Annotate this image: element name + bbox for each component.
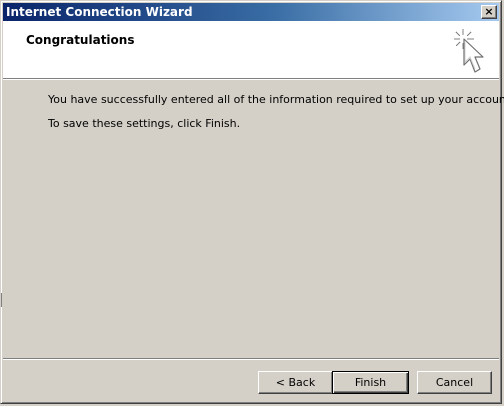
wizard-header-panel: Congratulations — [3, 21, 499, 79]
button-area-separator — [3, 358, 499, 359]
wizard-message: You have successfully entered all of the… — [48, 93, 504, 131]
left-edge-mark — [1, 293, 2, 307]
window-title: Internet Connection Wizard — [6, 5, 193, 19]
close-icon: × — [484, 5, 494, 18]
cancel-button[interactable]: Cancel — [417, 371, 492, 394]
success-message: You have successfully entered all of the… — [48, 93, 504, 106]
title-bar[interactable]: Internet Connection Wizard × — [3, 3, 499, 21]
internet-connection-wizard-window: Internet Connection Wizard × Congratulat… — [0, 0, 504, 404]
wizard-sparkle-cursor-icon — [454, 29, 484, 73]
finish-button[interactable]: Finish — [332, 371, 409, 394]
back-button[interactable]: < Back — [258, 371, 333, 394]
finish-instruction: To save these settings, click Finish. — [48, 117, 241, 130]
header-divider-highlight — [3, 79, 499, 80]
close-button[interactable]: × — [481, 5, 497, 19]
page-title: Congratulations — [26, 33, 135, 47]
